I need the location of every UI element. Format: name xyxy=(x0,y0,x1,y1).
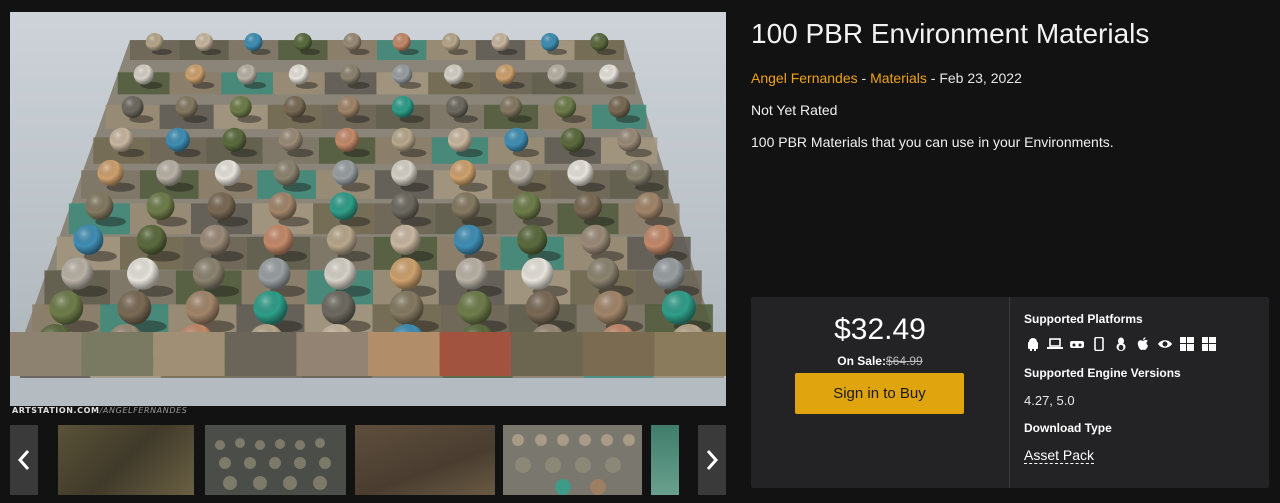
meta-separator: - xyxy=(930,70,936,86)
android-icon xyxy=(1024,337,1041,351)
chevron-left-icon xyxy=(17,450,30,470)
material-spheres-scene xyxy=(10,33,726,406)
release-date: Feb 23, 2022 xyxy=(939,70,1022,86)
product-description: 100 PBR Materials that you can use in yo… xyxy=(751,134,1114,150)
watermark: ARTSTATION.COM/ANGELFERNANDES xyxy=(12,406,188,415)
panel-divider xyxy=(1009,297,1010,488)
sale-info: On Sale:$64.99 xyxy=(751,354,1009,368)
apple-icon xyxy=(1134,337,1151,351)
platforms-label: Supported Platforms xyxy=(1024,312,1143,326)
sale-price: $32.49 xyxy=(834,313,926,346)
gallery-next-button[interactable] xyxy=(698,425,726,495)
product-title: 100 PBR Environment Materials xyxy=(751,18,1150,49)
engine-versions-label: Supported Engine Versions xyxy=(1024,366,1181,380)
rating-text: Not Yet Rated xyxy=(751,102,838,118)
purchase-panel: $32.49 On Sale:$64.99 Sign in to Buy Sup… xyxy=(751,297,1269,488)
thumbnail-spheres-image xyxy=(205,425,346,495)
vr-headset-icon xyxy=(1068,337,1085,351)
thumbnail-spheres-image xyxy=(503,425,642,495)
thumbnail-5[interactable] xyxy=(651,425,679,495)
sign-in-to-buy-button[interactable]: Sign in to Buy xyxy=(795,373,964,414)
eye-icon xyxy=(1156,337,1173,351)
original-price: $64.99 xyxy=(885,354,923,368)
thumbnail-1[interactable] xyxy=(58,425,194,495)
meta-separator: - xyxy=(861,70,867,86)
thumbnail-strip xyxy=(10,425,726,495)
author-link[interactable]: Angel Fernandes xyxy=(751,70,858,86)
product-meta: Angel Fernandes - Materials - Feb 23, 20… xyxy=(751,70,1022,86)
thumbnail-4[interactable] xyxy=(503,425,642,495)
category-link[interactable]: Materials xyxy=(870,70,927,86)
gallery-main-image[interactable] xyxy=(10,12,726,406)
phone-icon xyxy=(1090,337,1107,351)
platform-icons xyxy=(1024,337,1217,351)
on-sale-label: On Sale: xyxy=(837,354,886,368)
laptop-icon xyxy=(1046,337,1063,351)
windows-icon xyxy=(1178,337,1195,351)
engine-versions: 4.27, 5.0 xyxy=(1024,393,1075,408)
linux-icon xyxy=(1112,337,1129,351)
chevron-right-icon xyxy=(706,450,719,470)
windows-icon xyxy=(1200,337,1217,351)
thumbnail-3[interactable] xyxy=(355,425,495,495)
gallery-prev-button[interactable] xyxy=(10,425,38,495)
asset-pack-link[interactable]: Asset Pack xyxy=(1024,447,1095,464)
thumbnail-2[interactable] xyxy=(205,425,346,495)
download-type-label: Download Type xyxy=(1024,421,1112,435)
